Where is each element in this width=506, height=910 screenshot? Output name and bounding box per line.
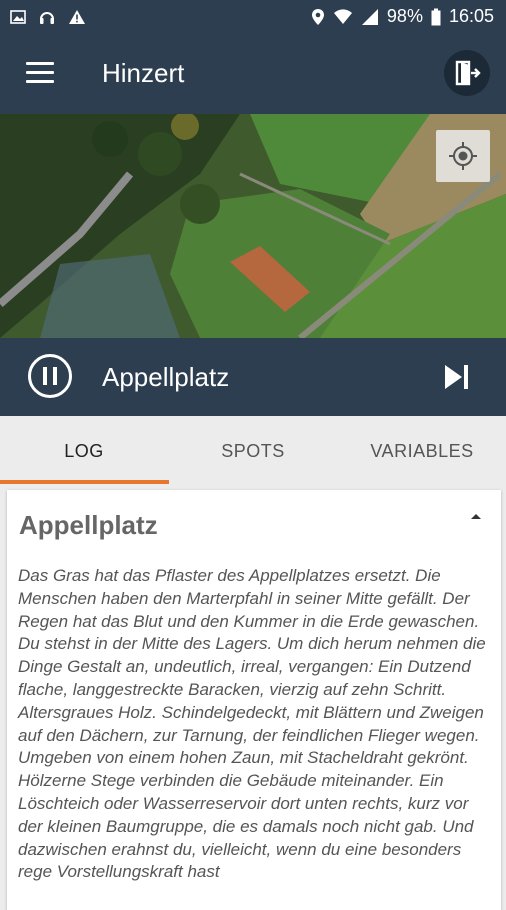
signal-icon: [361, 8, 378, 25]
log-entry-text: Das Gras hat das Pflaster des Appellplat…: [18, 566, 486, 882]
location-icon: [311, 8, 324, 25]
pause-icon: [43, 367, 47, 385]
tab-spots[interactable]: SPOTS: [169, 416, 337, 486]
headset-icon: [40, 12, 54, 24]
clock: 16:05: [448, 6, 494, 26]
status-bar: 98% 16:05: [0, 0, 506, 36]
tab-variables[interactable]: VARIABLES: [338, 416, 506, 486]
skip-next-icon: [445, 365, 468, 389]
skip-next-button[interactable]: [442, 362, 472, 392]
log-entry-title: Appellplatz: [19, 510, 158, 540]
satellite-map[interactable]: [0, 114, 506, 338]
exit-icon: [455, 60, 481, 86]
battery-level: 98%: [386, 6, 423, 26]
wifi-icon: [333, 8, 352, 24]
active-tab-indicator: [0, 480, 169, 484]
gps-locate-icon: [449, 142, 477, 170]
pause-button[interactable]: [28, 354, 72, 398]
collapse-icon[interactable]: [471, 514, 481, 519]
tab-log[interactable]: LOG: [0, 416, 168, 486]
status-left-icons: [10, 8, 86, 26]
warning-icon: [69, 10, 85, 24]
app-toolbar: Hinzert: [0, 36, 506, 114]
image-icon: [10, 10, 26, 24]
page-title: Hinzert: [102, 58, 185, 88]
hamburger-menu-icon[interactable]: [26, 62, 54, 86]
battery-icon: [431, 8, 441, 25]
tab-bar: LOG SPOTS VARIABLES: [0, 416, 506, 486]
player-title: Appellplatz: [102, 362, 230, 392]
exit-button[interactable]: [444, 50, 490, 96]
map-imagery: [0, 114, 506, 338]
log-entry-card: Appellplatz Das Gras hat das Pflaster de…: [7, 490, 501, 910]
locate-button[interactable]: [436, 130, 490, 182]
pause-icon-bar: [53, 367, 57, 385]
player-bar: Appellplatz: [0, 338, 506, 416]
status-right: 98% 16:05: [311, 6, 494, 27]
